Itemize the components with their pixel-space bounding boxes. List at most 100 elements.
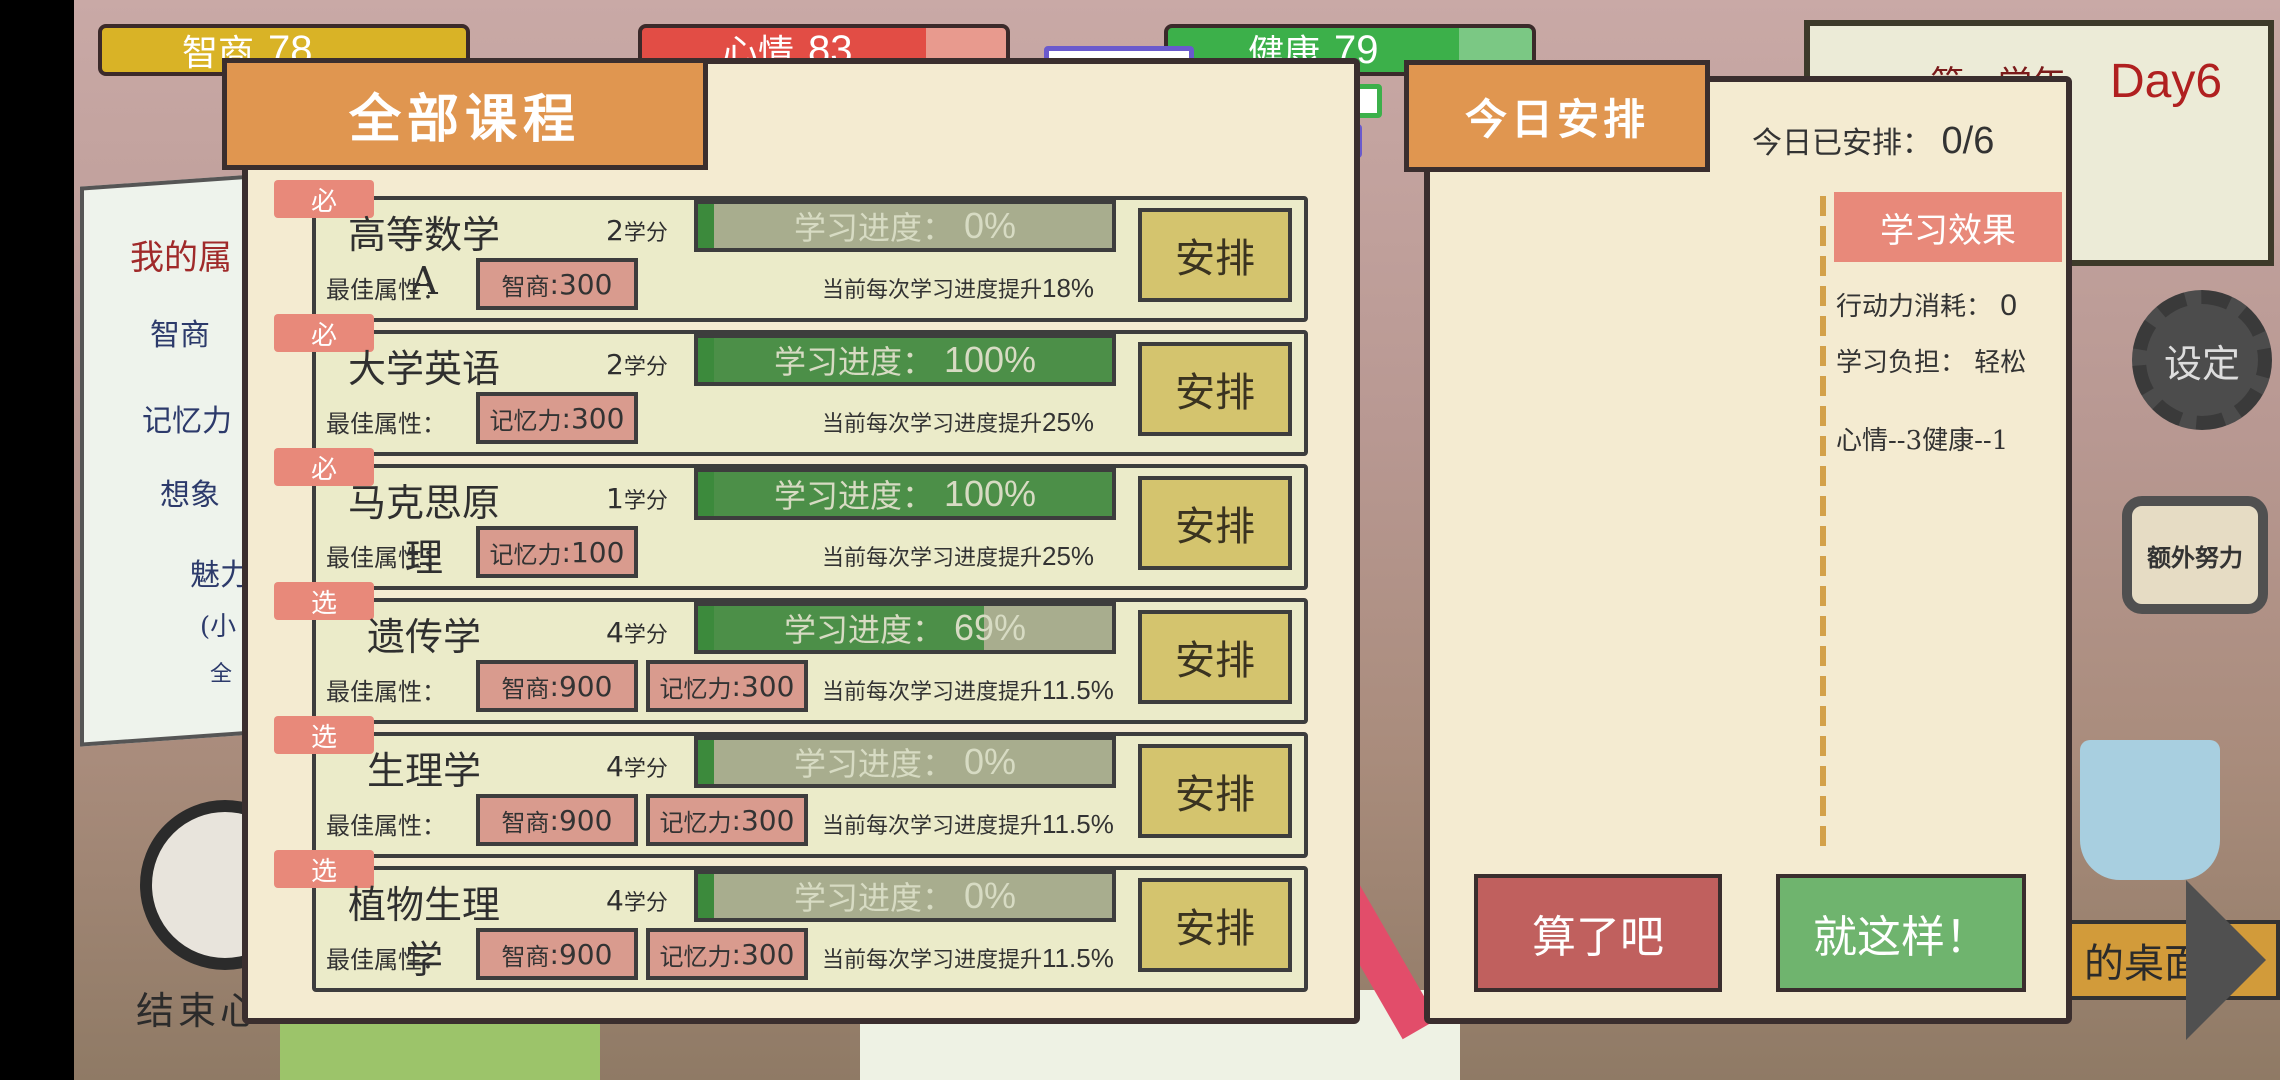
progress-text: 学习进度： 0%: [698, 204, 1112, 248]
attribute-name: 记忆力: [659, 808, 732, 837]
attribute-value: :300: [549, 267, 613, 301]
best-attribute-label: 最佳属性：: [326, 812, 446, 840]
dashed-divider: [1820, 196, 1826, 856]
best-attribute-label: 最佳属性：: [326, 678, 446, 706]
attribute-name: 智商: [501, 674, 550, 703]
progress-boost: 当前每次学习进度提升18%: [822, 272, 1094, 304]
arrange-button[interactable]: 安排: [1138, 208, 1292, 302]
cancel-button[interactable]: 算了吧: [1474, 874, 1722, 992]
progress-label: 学习进度：: [793, 879, 954, 917]
arrange-button[interactable]: 安排: [1138, 476, 1292, 570]
progress-text: 学习进度： 69%: [698, 606, 1112, 650]
credit-unit: 学分: [623, 489, 668, 514]
today-schedule-title: 今日安排: [1404, 60, 1710, 172]
action-cost-value: 0: [2000, 289, 2017, 322]
course-credits: 2学分: [606, 214, 668, 247]
best-attribute-label: 最佳属性：: [326, 544, 446, 572]
progress-bar: 学习进度： 69%: [694, 602, 1116, 654]
settings-gear-icon[interactable]: 设定: [2132, 290, 2272, 430]
attribute-value: :300: [731, 669, 795, 703]
arrange-button[interactable]: 安排: [1138, 878, 1292, 972]
progress-text: 学习进度： 100%: [698, 472, 1112, 516]
arrange-button[interactable]: 安排: [1138, 610, 1292, 704]
credit-unit: 学分: [623, 891, 668, 916]
progress-label: 学习进度：: [773, 343, 934, 381]
today-count-value: 0/6: [1941, 120, 1995, 162]
boost-value: 11.5%: [1042, 809, 1114, 839]
course-credits: 4学分: [606, 884, 668, 917]
credit-unit: 学分: [623, 355, 668, 380]
progress-percent: 0%: [963, 875, 1017, 916]
course-name: 大学英语: [347, 347, 500, 391]
progress-percent: 100%: [943, 339, 1037, 380]
best-attribute-label: 最佳属性：: [326, 410, 446, 438]
attribute-value: :300: [561, 401, 625, 435]
action-cost: 行动力消耗： 0: [1836, 286, 2017, 323]
note-line: 魅力: [190, 558, 250, 593]
progress-percent: 0%: [963, 205, 1017, 246]
boost-label: 当前每次学习进度提升: [822, 948, 1043, 973]
boost-label: 当前每次学习进度提升: [822, 680, 1043, 705]
desk-cup: [2080, 740, 2220, 880]
credit-number: 2: [606, 348, 624, 381]
attribute-requirement: 记忆力:300: [646, 928, 808, 980]
note-line: 想象: [160, 478, 220, 513]
action-cost-label: 行动力消耗：: [1836, 292, 1993, 322]
attribute-requirement: 记忆力:100: [476, 526, 638, 578]
progress-label: 学习进度：: [773, 477, 934, 515]
course-credits: 4学分: [606, 616, 668, 649]
course-row: 必大学英语 2学分 学习进度： 100% 最佳属性： 记忆力:300 当前每次学习进度提升2…: [274, 314, 1308, 456]
progress-boost: 当前每次学习进度提升11.5%: [822, 942, 1114, 974]
study-burden: 学习负担： 轻松: [1836, 342, 2026, 379]
credit-unit: 学分: [623, 221, 668, 246]
course-name: 遗传学: [366, 615, 481, 659]
attribute-requirement: 智商:300: [476, 258, 638, 310]
attribute-name: 智商: [501, 942, 550, 971]
attribute-value: :300: [731, 937, 795, 971]
boost-value: 11.5%: [1042, 943, 1114, 973]
attribute-value: :900: [549, 669, 613, 703]
day-label: Day6: [2110, 55, 2223, 108]
progress-text: 学习进度： 100%: [698, 338, 1112, 382]
note-title: 我的属: [130, 238, 232, 278]
progress-bar: 学习进度： 0%: [694, 870, 1116, 922]
credit-number: 1: [606, 482, 624, 515]
progress-bar: 学习进度： 100%: [694, 468, 1116, 520]
game-screen: 我的属 智商 记忆力 想象 魅力 (小 全 结束心 智商 78 心情 83 健康…: [0, 0, 2280, 1080]
arrange-button[interactable]: 安排: [1138, 342, 1292, 436]
study-burden-label: 学习负担：: [1836, 348, 1967, 378]
progress-text: 学习进度： 0%: [698, 740, 1112, 784]
course-row: 必高等数学A 2学分 学习进度： 0% 最佳属性： 智商:300 当前每次学习进度提升18%…: [274, 180, 1308, 322]
boost-label: 当前每次学习进度提升: [822, 278, 1043, 303]
course-credits: 1学分: [606, 482, 668, 515]
mood-health-change: 心情--3健康--1: [1836, 426, 2009, 456]
boost-value: 18%: [1042, 273, 1095, 303]
attribute-name: 记忆力: [489, 406, 562, 435]
study-burden-value: 轻松: [1974, 348, 2027, 378]
course-row: 选生理学 4学分 学习进度： 0% 最佳属性： 智商:900 记忆力:300 当前每次学习进度…: [274, 716, 1308, 858]
attribute-requirement: 智商:900: [476, 660, 638, 712]
progress-text: 学习进度： 0%: [698, 874, 1112, 918]
extra-effort-button[interactable]: 额外努力: [2122, 496, 2268, 614]
confirm-button[interactable]: 就这样！: [1776, 874, 2026, 992]
credit-number: 4: [606, 884, 624, 917]
progress-bar: 学习进度： 0%: [694, 736, 1116, 788]
extra-effort-label: 额外努力: [2147, 543, 2243, 572]
arrow-right-icon[interactable]: [2186, 880, 2266, 1040]
boost-label: 当前每次学习进度提升: [822, 412, 1043, 437]
attribute-value: :300: [731, 803, 795, 837]
course-credits: 4学分: [606, 750, 668, 783]
arrange-button[interactable]: 安排: [1138, 744, 1292, 838]
progress-percent: 0%: [963, 741, 1017, 782]
credit-number: 2: [606, 214, 624, 247]
attribute-name: 记忆力: [659, 674, 732, 703]
attribute-requirement: 记忆力:300: [476, 392, 638, 444]
attribute-requirement: 智商:900: [476, 794, 638, 846]
course-credits: 2学分: [606, 348, 668, 381]
course-row: 选植物生理学 4学分 学习进度： 0% 最佳属性： 智商:900 记忆力:300 当前每次学习…: [274, 850, 1308, 992]
all-courses-title: 全部课程: [222, 58, 708, 170]
progress-percent: 100%: [943, 473, 1037, 514]
today-count: 今日已安排： 0/6: [1752, 118, 1994, 163]
attribute-name: 智商: [501, 808, 550, 837]
progress-boost: 当前每次学习进度提升11.5%: [822, 808, 1114, 840]
